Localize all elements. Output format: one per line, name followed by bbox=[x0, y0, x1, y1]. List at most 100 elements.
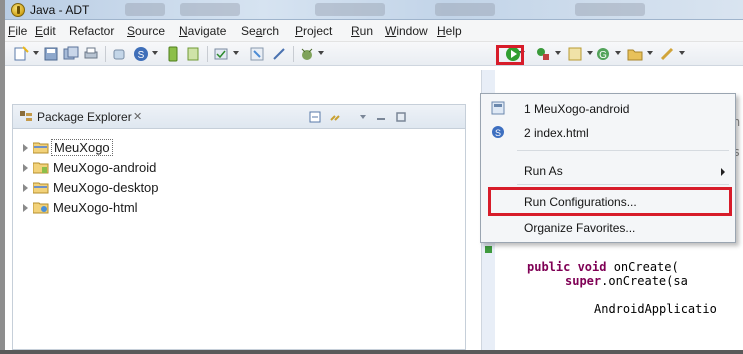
menu-source[interactable]: Source bbox=[127, 24, 165, 38]
window-bottom-edge bbox=[0, 350, 743, 354]
web-page-icon: S bbox=[492, 126, 504, 138]
change-marker bbox=[485, 246, 492, 253]
new-package-dropdown-arrow[interactable] bbox=[615, 51, 621, 55]
open-folder-icon[interactable] bbox=[627, 46, 643, 62]
blurred-tab bbox=[575, 3, 645, 16]
minimize-icon[interactable] bbox=[375, 111, 387, 123]
mnemonic-letter: R bbox=[351, 24, 360, 38]
new-wizard-icon[interactable] bbox=[13, 46, 29, 62]
svg-text:G: G bbox=[599, 50, 607, 61]
main-toolbar: S G bbox=[5, 42, 743, 66]
project-label: MeuXogo bbox=[51, 139, 113, 156]
maximize-icon[interactable] bbox=[395, 111, 407, 123]
new-package-icon[interactable]: G bbox=[595, 46, 611, 62]
print-icon[interactable] bbox=[83, 46, 99, 62]
collapse-all-icon[interactable] bbox=[309, 111, 321, 123]
tree-item-meuxogo-html[interactable]: MeuXogo-html bbox=[23, 199, 323, 217]
android-sdk-icon[interactable] bbox=[111, 46, 127, 62]
android-app-icon bbox=[491, 101, 505, 115]
external-tools-dropdown-arrow[interactable] bbox=[555, 51, 561, 55]
menu-window[interactable]: Window bbox=[385, 24, 428, 38]
mnemonic-letter: N bbox=[179, 24, 188, 38]
package-explorer-header[interactable]: Package Explorer ✕ bbox=[13, 105, 465, 129]
menu-item-organize-favorites[interactable]: Organize Favorites... bbox=[481, 217, 735, 239]
debug-icon[interactable]: S bbox=[133, 46, 149, 62]
project-label: MeuXogo-html bbox=[53, 200, 138, 215]
adt-app-icon bbox=[11, 3, 25, 17]
menu-file[interactable]: File bbox=[8, 24, 27, 38]
mnemonic-letter: F bbox=[8, 24, 16, 38]
menu-separator bbox=[517, 184, 729, 185]
expand-arrow-icon[interactable] bbox=[23, 164, 28, 172]
web-project-icon bbox=[33, 202, 49, 214]
link-with-editor-icon[interactable] bbox=[329, 111, 341, 123]
debug-bug-icon[interactable] bbox=[299, 46, 315, 62]
new-class-icon[interactable] bbox=[567, 46, 583, 62]
menu-item-label: Organize Favorites... bbox=[524, 221, 636, 235]
menu-run[interactable]: Run bbox=[351, 24, 373, 38]
menu-search[interactable]: Search bbox=[241, 24, 279, 38]
new-class-dropdown-arrow[interactable] bbox=[587, 51, 593, 55]
svg-text:S: S bbox=[495, 128, 501, 138]
menu-project[interactable]: Project bbox=[295, 24, 332, 38]
save-icon[interactable] bbox=[43, 46, 59, 62]
view-menu-icon[interactable] bbox=[357, 111, 369, 123]
menu-item-recent-index-html[interactable]: S 2 index.html bbox=[481, 122, 735, 144]
blurred-tab bbox=[125, 3, 165, 16]
mnemonic-letter: W bbox=[385, 24, 397, 38]
expand-arrow-icon[interactable] bbox=[23, 144, 28, 152]
ide-window: Java - ADT File Edit Refactor Source Nav… bbox=[0, 0, 743, 354]
toolbar-separator bbox=[293, 46, 294, 62]
blurred-tab bbox=[315, 3, 385, 16]
blurred-tab bbox=[435, 3, 495, 16]
tree-item-meuxogo[interactable]: MeuXogo bbox=[23, 139, 323, 157]
project-label: MeuXogo-desktop bbox=[53, 180, 159, 195]
menu-item-label: Run As bbox=[524, 164, 563, 178]
save-all-icon[interactable] bbox=[63, 46, 79, 62]
tree-item-meuxogo-android[interactable]: MeuXogo-android bbox=[23, 159, 323, 177]
code-line: AndroidApplicatio bbox=[594, 302, 717, 316]
menu-navigate[interactable]: Navigate bbox=[179, 24, 226, 38]
menu-item-recent-meuxogo-android[interactable]: 1 MeuXogo-android bbox=[481, 98, 735, 120]
package-explorer-icon bbox=[20, 111, 32, 121]
external-tools-icon[interactable] bbox=[535, 46, 551, 62]
android-device-icon[interactable] bbox=[165, 46, 181, 62]
mnemonic-letter: E bbox=[35, 24, 44, 38]
android-project-icon bbox=[33, 162, 49, 174]
project-folder-icon bbox=[33, 142, 49, 154]
mnemonic-letter: H bbox=[437, 24, 446, 38]
menu-refactor[interactable]: Refactor bbox=[69, 24, 114, 38]
annotation-dropdown-arrow[interactable] bbox=[679, 51, 685, 55]
open-type-icon[interactable] bbox=[249, 46, 265, 62]
menu-item-label: 1 MeuXogo-android bbox=[524, 102, 630, 116]
annotation-pen-icon[interactable] bbox=[659, 46, 675, 62]
expand-arrow-icon[interactable] bbox=[23, 204, 28, 212]
code-line: public void onCreate( bbox=[527, 260, 679, 274]
blurred-tab bbox=[180, 3, 240, 16]
title-bar[interactable]: Java - ADT bbox=[5, 0, 743, 20]
package-explorer-view: Package Explorer ✕ MeuXogo MeuXogo-andro… bbox=[12, 104, 466, 350]
task-icon[interactable] bbox=[213, 46, 229, 62]
debug-dropdown-arrow[interactable] bbox=[152, 51, 158, 55]
mnemonic-letter: P bbox=[295, 24, 304, 38]
debug-bug-dropdown-arrow[interactable] bbox=[318, 51, 324, 55]
new-dropdown-arrow[interactable] bbox=[33, 51, 39, 55]
task-dropdown-arrow[interactable] bbox=[233, 51, 239, 55]
menu-help[interactable]: Help bbox=[437, 24, 462, 38]
menu-edit[interactable]: Edit bbox=[35, 24, 56, 38]
open-folder-dropdown-arrow[interactable] bbox=[647, 51, 653, 55]
close-icon[interactable]: ✕ bbox=[133, 110, 142, 123]
menu-item-label: 2 index.html bbox=[524, 126, 589, 140]
expand-arrow-icon[interactable] bbox=[23, 184, 28, 192]
tree-item-meuxogo-desktop[interactable]: MeuXogo-desktop bbox=[23, 179, 323, 197]
project-folder-icon bbox=[33, 182, 49, 194]
search-link-icon[interactable] bbox=[271, 46, 287, 62]
package-explorer-title: Package Explorer bbox=[37, 110, 132, 124]
menu-item-run-as[interactable]: Run As bbox=[481, 160, 735, 182]
svg-text:S: S bbox=[138, 50, 145, 61]
project-label: MeuXogo-android bbox=[53, 160, 157, 175]
android-lint-icon[interactable] bbox=[185, 46, 201, 62]
mnemonic-letter: S bbox=[127, 24, 136, 38]
mnemonic-letter: a bbox=[255, 24, 263, 38]
code-line: super.onCreate(sa bbox=[565, 274, 688, 288]
